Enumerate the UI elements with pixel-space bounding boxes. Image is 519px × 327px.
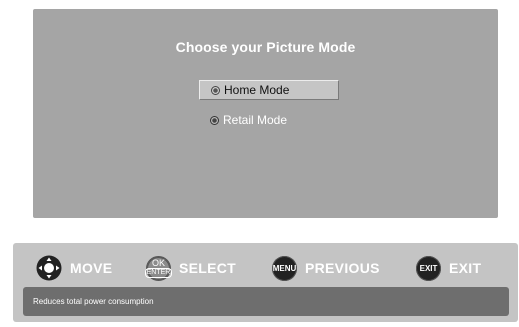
- ok-enter-icon[interactable]: OK ENTER: [144, 255, 173, 281]
- legend-label-previous: PREVIOUS: [305, 260, 380, 276]
- legend-move: MOVE: [36, 255, 112, 281]
- option-label: Retail Mode: [223, 113, 288, 127]
- ok-text: OK: [151, 257, 165, 268]
- footer-bar: MOVE OK ENTER SELECT MENU PREVIOUS EXIT …: [13, 243, 518, 322]
- option-retail-mode[interactable]: Retail Mode: [199, 110, 339, 130]
- option-home-mode[interactable]: Home Mode: [199, 80, 339, 100]
- option-label: Home Mode: [224, 83, 290, 97]
- legend-select: OK ENTER SELECT: [144, 255, 237, 281]
- legend-label-move: MOVE: [70, 260, 113, 276]
- picture-mode-dialog: Choose your Picture Mode Home Mode Retai…: [33, 9, 498, 218]
- legend-previous: MENU PREVIOUS: [272, 255, 380, 281]
- exit-button-icon[interactable]: EXIT: [416, 255, 441, 281]
- help-text-bar: Reduces total power consumption: [23, 287, 509, 316]
- legend-exit: EXIT EXIT: [416, 255, 481, 281]
- dialog-title: Choose your Picture Mode: [175, 39, 356, 55]
- menu-button-icon[interactable]: MENU: [272, 255, 297, 281]
- radio-icon: [210, 115, 219, 125]
- dpad-icon[interactable]: [36, 255, 62, 281]
- help-text: Reduces total power consumption: [33, 297, 154, 306]
- radio-selected-icon: [211, 85, 220, 95]
- legend-label-select: SELECT: [179, 260, 237, 276]
- enter-text: ENTER: [144, 267, 173, 278]
- legend-label-exit: EXIT: [449, 260, 482, 276]
